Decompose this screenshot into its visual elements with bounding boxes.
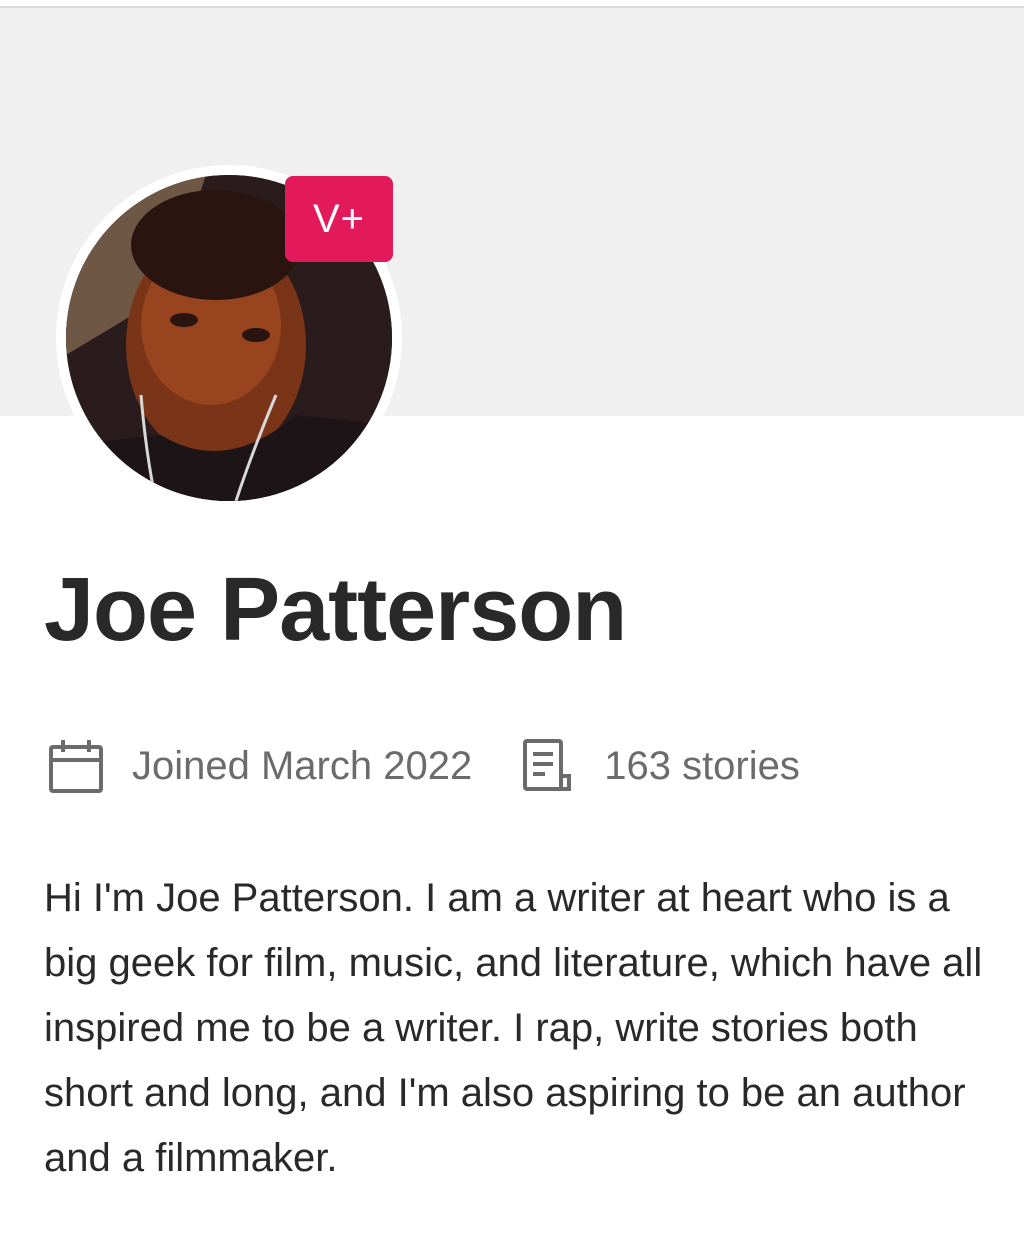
- profile-page: V+ Joe Patterson Joined March 2022 163 s…: [0, 0, 1024, 1256]
- stories-info[interactable]: 163 stories: [520, 738, 800, 794]
- top-divider: [0, 0, 1024, 8]
- profile-bio: Hi I'm Joe Patterson. I am a writer at h…: [44, 876, 983, 1180]
- calendar-icon: [49, 740, 103, 793]
- profile-meta: Joined March 2022 163 stories: [48, 736, 800, 796]
- document-icon: [523, 739, 572, 791]
- profile-name: Joe Patterson: [44, 560, 627, 660]
- vocal-plus-badge: V+: [285, 176, 393, 262]
- joined-date: Joined March 2022: [132, 743, 473, 788]
- joined-info: Joined March 2022: [48, 738, 472, 794]
- stories-count[interactable]: 163 stories: [604, 744, 800, 789]
